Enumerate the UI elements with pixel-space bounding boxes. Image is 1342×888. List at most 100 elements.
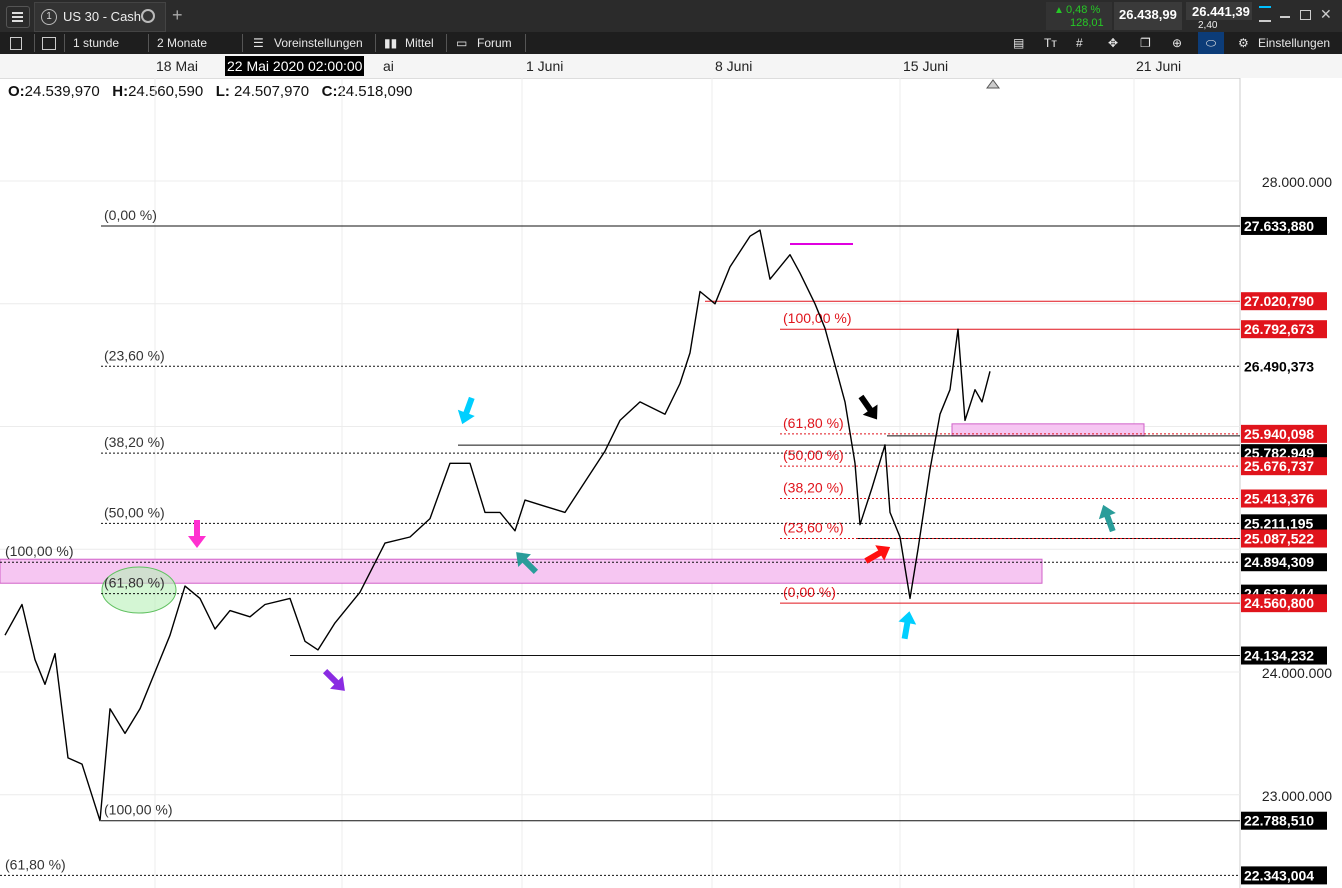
interval-button[interactable]: 1 stunde <box>73 32 119 54</box>
price-axis[interactable] <box>1240 78 1342 888</box>
chart-toolbar: 1 stunde 2 Monate ☰ Voreinstellungen ▮▮ … <box>0 32 1342 54</box>
teal-arrow-right <box>1098 504 1116 533</box>
ask-value: 26.441,39 <box>1192 4 1250 19</box>
change-pct: 0,48 % <box>1066 4 1101 16</box>
instrument-tab[interactable]: 1 US 30 - Cash <box>34 2 166 32</box>
instrument-name: US 30 - Cash <box>63 9 142 24</box>
change-abs: 128,01 <box>1070 17 1104 29</box>
high-value: 24.560,590 <box>128 83 204 100</box>
red-arrow <box>864 545 891 564</box>
price-tag-bg <box>1241 357 1327 376</box>
range-button[interactable]: 2 Monate <box>157 32 207 54</box>
layers-icon[interactable]: ❐ <box>1140 32 1151 54</box>
price-line <box>4 229 991 822</box>
support-zone <box>0 558 1043 584</box>
price-tag: 24.560,800 <box>1244 595 1314 611</box>
fib-red-label: (0,00 %) <box>783 584 836 600</box>
sort-icon[interactable] <box>1259 6 1271 22</box>
date-label-15-juni: 15 Juni <box>903 58 949 74</box>
teal-arrow-left <box>516 552 539 575</box>
fib-red-label: (100,00 %) <box>783 310 851 326</box>
text-tool-icon[interactable]: Tт <box>1044 32 1057 54</box>
price-tag: 26.490,373 <box>1244 358 1314 374</box>
price-tag: 24.894,309 <box>1244 554 1314 570</box>
grid-layout-icon[interactable] <box>42 32 56 54</box>
instrument-number-badge: 1 <box>41 9 57 25</box>
forum-icon[interactable]: ▭ <box>456 32 467 54</box>
price-tag-bg <box>1241 424 1327 443</box>
chart-type-button[interactable]: Mittel <box>405 32 434 54</box>
price-tag-bg <box>1241 584 1327 603</box>
scroll-marker-icon[interactable] <box>986 79 1000 89</box>
price-tag: 25.676,737 <box>1244 458 1314 474</box>
black-arrow <box>858 394 878 420</box>
fib-red-label: (38,20 %) <box>783 480 844 496</box>
top-bar: 1 US 30 - Cash + ▲ 0,48 % 128,01 26.438,… <box>0 0 1342 32</box>
price-tag-bg <box>1241 594 1327 613</box>
price-tag: 25.940,098 <box>1244 426 1314 442</box>
presets-icon[interactable]: ☰ <box>253 32 264 54</box>
price-tag: 24.638,444 <box>1244 586 1314 602</box>
bid-price[interactable]: 26.438,99 <box>1114 2 1182 30</box>
fib-label: (61,80 %) <box>104 575 165 591</box>
date-label-21-juni: 21 Juni <box>1136 58 1182 74</box>
forum-button[interactable]: Forum <box>477 32 512 54</box>
fib-red-label: (50,00 %) <box>783 447 844 463</box>
date-label-18-mai: 18 Mai <box>156 58 199 74</box>
price-tag: 25.087,522 <box>1244 531 1314 547</box>
lock-icon[interactable]: ⊕ <box>1172 32 1182 54</box>
cursor-tool-icon[interactable]: ⬭ <box>1198 32 1224 54</box>
price-tag-bg <box>1241 444 1327 463</box>
minimize-icon[interactable] <box>1280 16 1290 18</box>
price-tag: 22.343,004 <box>1244 867 1314 883</box>
price-tag: 25.413,376 <box>1244 491 1314 507</box>
maximize-icon[interactable] <box>1300 10 1311 20</box>
fib-label: (23,60 %) <box>104 347 165 363</box>
crosshair-icon[interactable]: ✥ <box>1108 32 1118 54</box>
price-tag-bg <box>1241 320 1327 339</box>
open-value: 24.539,970 <box>24 83 100 100</box>
chart-type-icon[interactable]: ▮▮ <box>384 32 397 54</box>
y-tick-label: 24.000.000 <box>1262 665 1332 681</box>
price-tag: 24.134,232 <box>1244 648 1314 664</box>
close-label: C: <box>321 83 338 100</box>
price-tag: 22.788,510 <box>1244 813 1314 829</box>
change-box: ▲ 0,48 % 128,01 <box>1046 2 1112 30</box>
purple-arrow <box>322 668 345 691</box>
search-icon[interactable] <box>141 9 155 23</box>
fib-label: (100,00 %) <box>104 802 172 818</box>
cyan-arrow-bottom <box>898 611 917 640</box>
menu-icon[interactable] <box>6 6 30 28</box>
ask-price[interactable]: 26.441,39 <box>1186 2 1252 20</box>
fib-red-label: (61,80 %) <box>783 415 844 431</box>
grid-toggle-icon[interactable]: # <box>1076 32 1083 54</box>
price-tag-bg <box>1241 811 1327 830</box>
price-tag-bg <box>1241 292 1327 311</box>
indicator-icon[interactable]: ▤ <box>1013 32 1024 54</box>
price-tag-bg <box>1241 529 1327 548</box>
list-icon[interactable] <box>10 32 22 54</box>
price-tag: 26.792,673 <box>1244 321 1314 337</box>
settings-button[interactable]: Einstellungen <box>1258 32 1330 54</box>
cyan-arrow-top <box>457 396 475 425</box>
presets-button[interactable]: Voreinstellungen <box>274 32 363 54</box>
price-tag-bg <box>1241 457 1327 476</box>
close-icon[interactable]: ✕ <box>1320 6 1332 23</box>
fib-label: (38,20 %) <box>104 434 165 450</box>
bid-value: 26.438,99 <box>1119 7 1177 22</box>
price-tag-bg <box>1241 646 1327 665</box>
high-label: H: <box>112 83 129 100</box>
settings-gear-icon[interactable]: ⚙ <box>1238 32 1249 54</box>
price-tag: 25.782,949 <box>1244 445 1314 461</box>
fib-label: (61,80 %) <box>5 856 66 872</box>
date-label-1-juni: 1 Juni <box>526 58 564 74</box>
up-triangle-icon: ▲ <box>1054 5 1064 16</box>
fib-label: (50,00 %) <box>104 504 165 520</box>
fib-label: (0,00 %) <box>104 207 157 223</box>
price-tag-bg <box>1241 489 1327 508</box>
price-chart[interactable]: 28.000.000 24.000.000 23.000.000 (0,00 %) (2… <box>0 0 1342 888</box>
price-tag: 27.633,880 <box>1244 218 1314 234</box>
date-axis: 18 Mai ai 22 Mai 2020 02:00:00 1 Juni 8 … <box>0 54 1342 79</box>
magenta-arrow <box>188 520 206 548</box>
add-tab-icon[interactable]: + <box>172 5 183 26</box>
